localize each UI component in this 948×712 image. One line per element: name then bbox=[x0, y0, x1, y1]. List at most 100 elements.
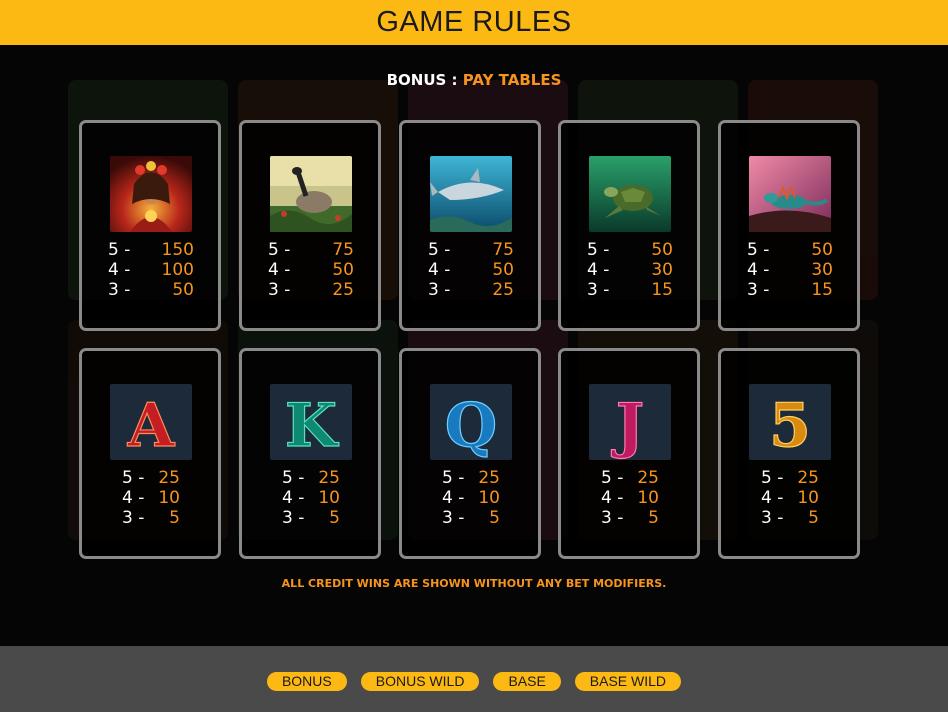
paytable-card-goddess: 5 - 150 4 - 100 3 - 50 bbox=[79, 120, 221, 331]
pay-value: 5 bbox=[329, 508, 340, 528]
nav-button-bonus-wild[interactable]: BONUS WILD bbox=[360, 672, 480, 691]
pay-row: 4 - 50 bbox=[428, 260, 514, 280]
pay-value: 10 bbox=[637, 488, 659, 508]
pay-table: 5 - 50 4 - 30 3 - 15 bbox=[747, 240, 833, 300]
paytable-card-shark: 5 - 75 4 - 50 3 - 25 bbox=[399, 120, 541, 331]
pay-count: 3 - bbox=[268, 280, 291, 300]
pay-value: 5 bbox=[169, 508, 180, 528]
pay-row: 4 - 30 bbox=[587, 260, 673, 280]
pay-row: 4 - 10 bbox=[282, 488, 340, 508]
goddess-icon bbox=[110, 156, 192, 232]
pay-count: 4 - bbox=[268, 260, 291, 280]
pay-value: 15 bbox=[651, 280, 673, 300]
pay-count: 3 - bbox=[108, 280, 131, 300]
pay-value: 25 bbox=[332, 280, 354, 300]
pay-count: 3 - bbox=[122, 508, 145, 528]
pay-row: 3 - 5 bbox=[282, 508, 340, 528]
pay-value: 25 bbox=[158, 468, 180, 488]
pay-value: 10 bbox=[478, 488, 500, 508]
nav-button-bonus[interactable]: BONUS bbox=[266, 672, 347, 691]
paytable-card-sea-turtle: 5 - 50 4 - 30 3 - 15 bbox=[558, 120, 700, 331]
pay-value: 25 bbox=[492, 280, 514, 300]
number-5-icon: 5 bbox=[749, 384, 831, 460]
pay-table: 5 - 75 4 - 50 3 - 25 bbox=[268, 240, 354, 300]
pay-count: 5 - bbox=[122, 468, 145, 488]
pay-count: 3 - bbox=[761, 508, 784, 528]
pay-row: 5 - 25 bbox=[442, 468, 500, 488]
pay-row: 4 - 30 bbox=[747, 260, 833, 280]
pay-count: 5 - bbox=[587, 240, 610, 260]
letter-k-icon: K bbox=[270, 384, 352, 460]
symbol-letter: J bbox=[611, 391, 644, 460]
pay-row: 4 - 10 bbox=[442, 488, 500, 508]
pay-row: 5 - 50 bbox=[747, 240, 833, 260]
header-bar: GAME RULES bbox=[0, 0, 948, 45]
letter-a-icon: A bbox=[110, 384, 192, 460]
pay-row: 4 - 10 bbox=[761, 488, 819, 508]
pay-value: 10 bbox=[158, 488, 180, 508]
pay-table: 5 - 25 4 - 10 3 - 5 bbox=[442, 468, 500, 528]
pay-count: 3 - bbox=[587, 280, 610, 300]
pay-table: 5 - 25 4 - 10 3 - 5 bbox=[282, 468, 340, 528]
pay-row: 4 - 10 bbox=[122, 488, 180, 508]
pay-count: 5 - bbox=[268, 240, 291, 260]
section-prefix: BONUS : bbox=[386, 71, 458, 89]
footer-bar: BONUS BONUS WILD BASE BASE WILD bbox=[0, 646, 948, 712]
pay-table: 5 - 25 4 - 10 3 - 5 bbox=[761, 468, 819, 528]
rules-nav: BONUS BONUS WILD BASE BASE WILD bbox=[0, 672, 948, 691]
paytable-card-number-5: 5 5 - 25 4 - 10 3 - 5 bbox=[718, 348, 860, 559]
symbol-letter: K bbox=[285, 391, 339, 460]
pay-row: 4 - 10 bbox=[601, 488, 659, 508]
paytable-card-letter-q: Q 5 - 25 4 - 10 3 - 5 bbox=[399, 348, 541, 559]
pay-value: 50 bbox=[172, 280, 194, 300]
pay-value: 50 bbox=[811, 240, 833, 260]
pay-value: 150 bbox=[161, 240, 194, 260]
pay-value: 75 bbox=[492, 240, 514, 260]
pay-count: 5 - bbox=[601, 468, 624, 488]
pay-count: 5 - bbox=[428, 240, 451, 260]
pay-row: 3 - 25 bbox=[428, 280, 514, 300]
pay-row: 3 - 5 bbox=[442, 508, 500, 528]
pay-value: 100 bbox=[161, 260, 194, 280]
pay-value: 5 bbox=[648, 508, 659, 528]
paytable-card-nene-goose: 5 - 75 4 - 50 3 - 25 bbox=[239, 120, 381, 331]
symbol-letter: A bbox=[127, 391, 176, 460]
section-title: PAY TABLES bbox=[462, 71, 562, 89]
pay-value: 15 bbox=[811, 280, 833, 300]
pay-value: 5 bbox=[808, 508, 819, 528]
pay-value: 10 bbox=[797, 488, 819, 508]
pay-count: 5 - bbox=[108, 240, 131, 260]
pay-count: 4 - bbox=[747, 260, 770, 280]
pay-count: 3 - bbox=[601, 508, 624, 528]
pay-table: 5 - 50 4 - 30 3 - 15 bbox=[587, 240, 673, 300]
pay-row: 3 - 50 bbox=[108, 280, 194, 300]
paytable-card-letter-j: J 5 - 25 4 - 10 3 - 5 bbox=[558, 348, 700, 559]
pay-row: 5 - 150 bbox=[108, 240, 194, 260]
pay-value: 25 bbox=[478, 468, 500, 488]
pay-row: 5 - 25 bbox=[761, 468, 819, 488]
section-heading: BONUS : PAY TABLES bbox=[0, 71, 948, 89]
pay-row: 5 - 25 bbox=[601, 468, 659, 488]
lizard-icon bbox=[749, 156, 831, 232]
pay-value: 25 bbox=[797, 468, 819, 488]
pay-value: 25 bbox=[318, 468, 340, 488]
pay-value: 5 bbox=[489, 508, 500, 528]
pay-table: 5 - 25 4 - 10 3 - 5 bbox=[122, 468, 180, 528]
pay-row: 5 - 75 bbox=[428, 240, 514, 260]
pay-count: 4 - bbox=[108, 260, 131, 280]
pay-count: 5 - bbox=[747, 240, 770, 260]
pay-row: 3 - 5 bbox=[761, 508, 819, 528]
pay-count: 3 - bbox=[442, 508, 465, 528]
pay-row: 3 - 15 bbox=[587, 280, 673, 300]
pay-row: 5 - 25 bbox=[122, 468, 180, 488]
pay-row: 3 - 5 bbox=[122, 508, 180, 528]
nav-button-base-wild[interactable]: BASE WILD bbox=[574, 672, 682, 691]
pay-row: 5 - 75 bbox=[268, 240, 354, 260]
paytable-card-lizard: 5 - 50 4 - 30 3 - 15 bbox=[718, 120, 860, 331]
pay-count: 4 - bbox=[601, 488, 624, 508]
paytable-card-letter-k: K 5 - 25 4 - 10 3 - 5 bbox=[239, 348, 381, 559]
pay-count: 4 - bbox=[587, 260, 610, 280]
pay-table: 5 - 75 4 - 50 3 - 25 bbox=[428, 240, 514, 300]
symbol-letter: Q bbox=[445, 391, 497, 460]
nav-button-base[interactable]: BASE bbox=[493, 672, 561, 691]
